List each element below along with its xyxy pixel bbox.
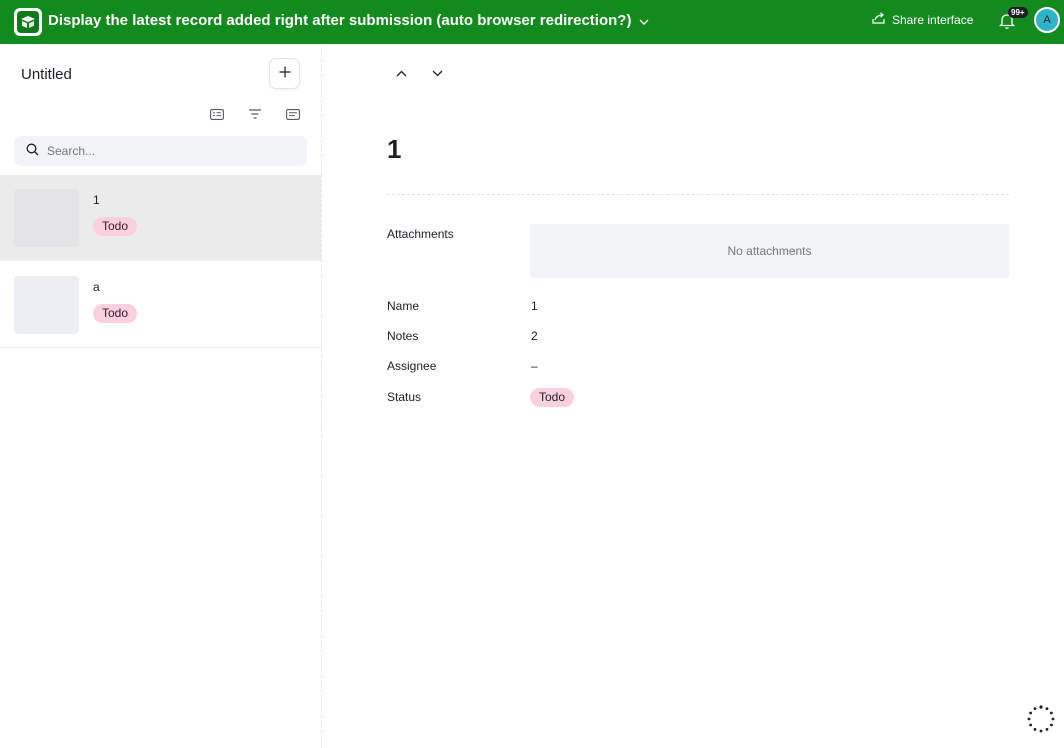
- record-name: 1: [93, 193, 100, 207]
- next-record-button[interactable]: [430, 66, 444, 80]
- list-item[interactable]: 1 Todo: [0, 175, 321, 261]
- share-icon: [872, 12, 885, 27]
- chevron-up-icon: [396, 66, 407, 80]
- avatar[interactable]: A: [1034, 7, 1060, 33]
- record-name: a: [93, 280, 100, 294]
- list-title: Untitled: [21, 66, 72, 83]
- no-attachments-text: No attachments: [727, 244, 812, 258]
- field-label-assignee: Assignee: [387, 359, 437, 373]
- record-thumbnail: [14, 189, 79, 247]
- sort-icon[interactable]: [285, 107, 301, 121]
- field-value-assignee[interactable]: –: [531, 359, 538, 373]
- field-value-notes[interactable]: 2: [531, 329, 538, 343]
- interface-title: Display the latest record added right af…: [48, 12, 632, 29]
- field-label-status: Status: [387, 390, 422, 404]
- record-list-panel: Untitled 1 Todo: [0, 44, 322, 748]
- filter-icon[interactable]: [247, 107, 263, 121]
- record-thumbnail: [14, 276, 79, 334]
- notification-badge: 99+: [1008, 7, 1028, 18]
- field-label-notes: Notes: [387, 329, 419, 343]
- search-icon: [26, 143, 39, 159]
- chevron-down-icon: [432, 66, 443, 80]
- plus-icon: [279, 66, 291, 81]
- interface-title-dropdown[interactable]: Display the latest record added right af…: [48, 12, 649, 29]
- search-input[interactable]: [47, 144, 287, 158]
- list-item[interactable]: a Todo: [0, 262, 321, 348]
- share-interface-button[interactable]: Share interface: [872, 12, 973, 27]
- top-bar: Display the latest record added right af…: [0, 0, 1064, 44]
- record-title: 1: [387, 134, 402, 164]
- loading-spinner-icon: [1026, 704, 1056, 734]
- field-label-name: Name: [387, 299, 420, 313]
- attachments-label: Attachments: [387, 227, 454, 241]
- field-value-name[interactable]: 1: [531, 299, 538, 313]
- fields-icon[interactable]: [209, 107, 225, 121]
- previous-record-button[interactable]: [394, 66, 408, 80]
- app-logo-icon[interactable]: [14, 8, 42, 36]
- status-badge: Todo: [93, 304, 138, 323]
- attachments-field[interactable]: No attachments: [530, 224, 1009, 278]
- divider: [387, 194, 1009, 195]
- share-interface-label: Share interface: [892, 12, 974, 27]
- status-badge[interactable]: Todo: [530, 388, 575, 407]
- add-record-button[interactable]: [269, 58, 300, 89]
- chevron-down-icon: [639, 12, 649, 29]
- search-box: [14, 136, 307, 166]
- status-badge: Todo: [93, 217, 138, 236]
